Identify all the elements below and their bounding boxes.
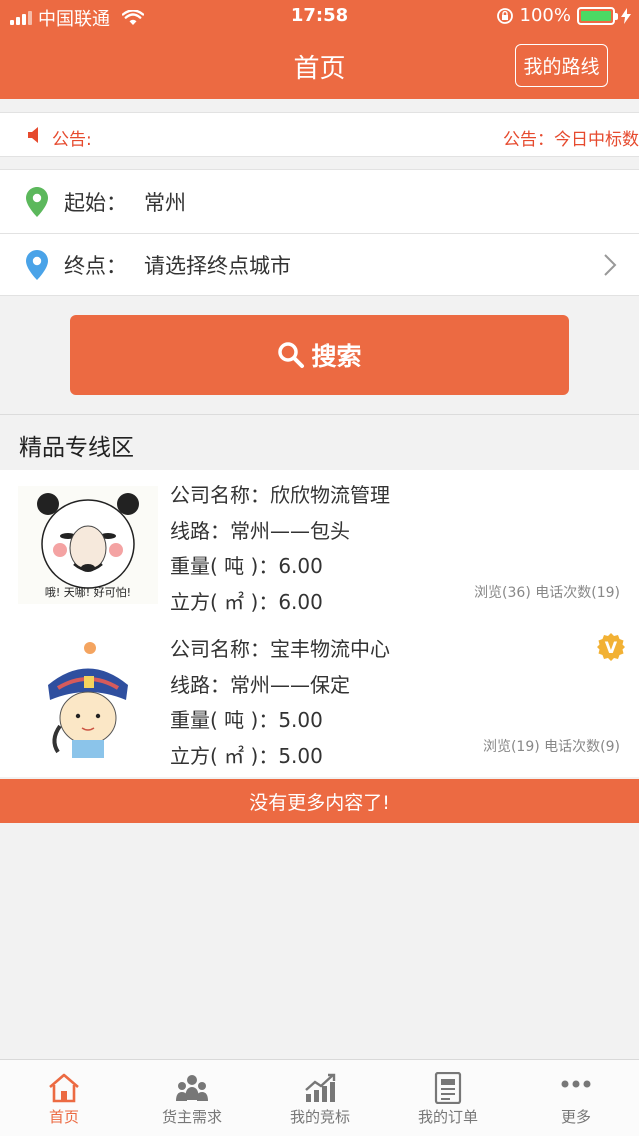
start-pin-icon xyxy=(26,186,48,217)
users-icon xyxy=(176,1075,208,1101)
speaker-icon xyxy=(28,127,38,143)
listing-card[interactable]: 哦! 天哪! 好可怕! 公司名称：欣欣物流管理 线路：常州——包头 重量( 吨 … xyxy=(0,474,639,624)
more-icon xyxy=(561,1080,591,1088)
end-city-placeholder: 请选择终点城市 xyxy=(144,254,291,278)
company-name: 公司名称：宝丰物流中心 xyxy=(170,637,390,661)
chevron-right-icon xyxy=(604,254,617,276)
battery-percent: 100% xyxy=(519,5,571,26)
tab-label: 我的竞标 xyxy=(289,1108,350,1126)
company-name: 公司名称：欣欣物流管理 xyxy=(170,483,390,507)
start-label: 起始： xyxy=(64,190,127,215)
verified-badge-label: V xyxy=(605,638,618,657)
notice-marquee: 公告：今日中标数 xyxy=(503,130,639,150)
no-more-content-banner: 没有更多内容了! xyxy=(0,779,639,823)
rotation-lock-icon xyxy=(496,7,513,24)
route-text: 线路：常州——保定 xyxy=(170,672,350,697)
document-icon xyxy=(434,1072,462,1104)
search-button-label: 搜索 xyxy=(311,342,362,371)
notice-label: 公告: xyxy=(52,130,92,150)
tab-more[interactable]: 更多 xyxy=(512,1060,639,1136)
listing-card[interactable]: 公司名称：宝丰物流中心 线路：常州——保定 重量( 吨 )：5.00 立方( ㎡… xyxy=(0,628,639,778)
listing-info: 公司名称：欣欣物流管理 线路：常州——包头 重量( 吨 )：6.00 立方( ㎡… xyxy=(170,478,390,620)
section-title: 精品专线区 xyxy=(19,435,134,461)
tab-label: 我的订单 xyxy=(417,1108,478,1126)
tab-home[interactable]: 首页 xyxy=(0,1060,128,1136)
end-label: 终点： xyxy=(64,254,127,278)
bottom-tab-bar: 首页 货主需求 我的竞标 我的订单 更多 xyxy=(0,1059,639,1136)
notice-bar[interactable]: 公告: 公告：今日中标数 xyxy=(0,112,639,157)
location-form: 起始： 常州 终点： 请选择终点城市 xyxy=(0,169,639,296)
battery-icon xyxy=(577,6,618,25)
weight-text: 重量( 吨 )：5.00 xyxy=(170,708,323,732)
my-route-button[interactable]: 我的路线 xyxy=(515,44,608,87)
company-avatar xyxy=(18,640,158,758)
app-header: 中国联通 17:58 100% 首页 我的路线 xyxy=(0,0,639,99)
view-call-stats: 浏览(36) 电话次数(19) xyxy=(474,585,620,601)
start-city-row[interactable]: 起始： 常州 xyxy=(0,170,639,233)
listing-list: 哦! 天哪! 好可怕! 公司名称：欣欣物流管理 线路：常州——包头 重量( 吨 … xyxy=(0,470,639,777)
tab-my-orders[interactable]: 我的订单 xyxy=(384,1060,512,1136)
chart-icon xyxy=(305,1073,336,1102)
tab-label: 更多 xyxy=(560,1108,591,1126)
tab-label: 首页 xyxy=(48,1108,79,1126)
verified-badge-icon: V xyxy=(597,633,625,661)
view-call-stats: 浏览(19) 电话次数(9) xyxy=(482,739,620,755)
listing-info: 公司名称：宝丰物流中心 线路：常州——保定 重量( 吨 )：5.00 立方( ㎡… xyxy=(170,632,390,774)
company-avatar: 哦! 天哪! 好可怕! xyxy=(18,486,158,604)
weight-text: 重量( 吨 )：6.00 xyxy=(170,554,323,578)
home-icon xyxy=(49,1073,79,1103)
tab-shipper-demand[interactable]: 货主需求 xyxy=(128,1060,256,1136)
route-text: 线路：常州——包头 xyxy=(170,518,350,543)
search-button[interactable]: 搜索 xyxy=(70,315,569,395)
status-bar: 中国联通 17:58 100% xyxy=(0,0,639,34)
tab-my-bids[interactable]: 我的竞标 xyxy=(256,1060,384,1136)
end-city-row[interactable]: 终点： 请选择终点城市 xyxy=(0,233,639,296)
tab-label: 货主需求 xyxy=(161,1108,222,1126)
volume-text: 立方( ㎡ )：5.00 xyxy=(170,743,323,768)
avatar-caption: 哦! 天哪! 好可怕! xyxy=(45,585,131,599)
search-icon xyxy=(278,342,305,368)
charging-icon xyxy=(621,7,631,24)
start-city-value: 常州 xyxy=(144,190,186,215)
volume-text: 立方( ㎡ )：6.00 xyxy=(170,589,323,614)
divider xyxy=(0,414,639,415)
end-pin-icon xyxy=(26,250,48,280)
